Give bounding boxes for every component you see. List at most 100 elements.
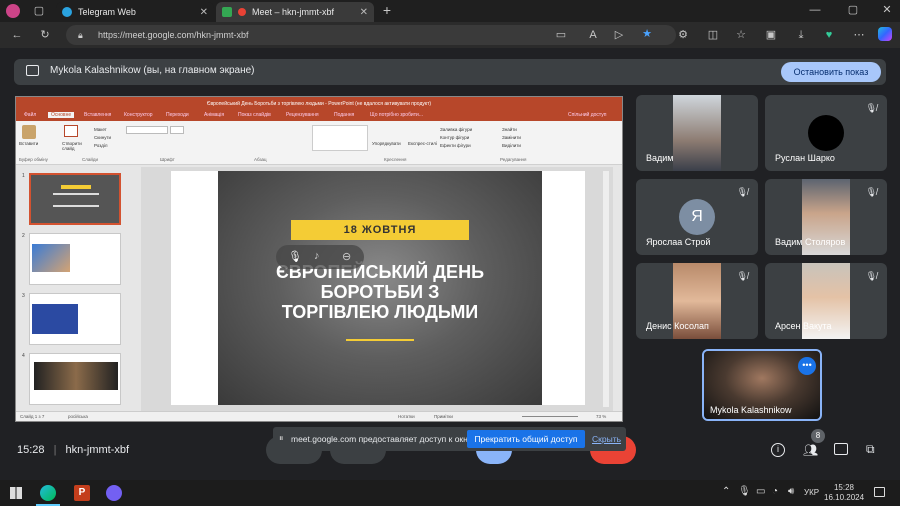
participant-tile[interactable]: 🎙︎̸ Вадим Столяров bbox=[765, 179, 887, 255]
menu-transitions[interactable]: Переходи bbox=[166, 112, 189, 118]
tray-battery-icon[interactable]: ▭ bbox=[756, 486, 765, 497]
tray-mic-icon[interactable]: 🎙︎ bbox=[738, 486, 751, 497]
close-window-icon[interactable]: ✕ bbox=[880, 3, 894, 17]
read-aloud-icon[interactable]: A bbox=[586, 28, 600, 42]
ribbon-shape-outline[interactable]: Контур фігури bbox=[440, 135, 469, 140]
collections-icon[interactable]: ▣ bbox=[764, 28, 778, 42]
status-slide: Слайд 1 з 7 bbox=[20, 414, 45, 419]
tray-language[interactable]: УКР bbox=[804, 488, 819, 497]
new-tab-icon[interactable]: + bbox=[380, 3, 394, 17]
slide-thumbnail[interactable] bbox=[29, 293, 121, 345]
menu-view[interactable]: Подання bbox=[334, 112, 354, 118]
vertical-scrollbar[interactable] bbox=[603, 171, 609, 407]
menu-animation[interactable]: Анімація bbox=[204, 112, 224, 118]
camera-icon[interactable]: ▭ bbox=[554, 28, 568, 42]
browser-tab-bar: ▢ Telegram Web ✕ Meet – hkn-jmmt-xbf ✕ +… bbox=[0, 0, 900, 22]
notifications-icon[interactable] bbox=[874, 487, 885, 497]
self-tile[interactable]: ••• Mykola Kalashnikow bbox=[702, 349, 822, 421]
extensions-icon[interactable]: ⚙ bbox=[676, 28, 690, 42]
recording-icon bbox=[238, 8, 246, 16]
windows-start-icon[interactable] bbox=[10, 487, 22, 499]
ribbon-new-slide[interactable]: Створити слайд bbox=[62, 141, 86, 151]
reload-icon[interactable]: ↻ bbox=[38, 28, 52, 42]
minimize-circle-icon[interactable]: ⊖ bbox=[342, 250, 351, 263]
menu-home[interactable]: Основне bbox=[48, 112, 75, 118]
chat-icon[interactable] bbox=[834, 443, 848, 455]
tab-actions-icon[interactable]: ▢ bbox=[32, 4, 46, 18]
tray-volume-icon[interactable]: 🔊︎ bbox=[788, 486, 794, 497]
tab-telegram[interactable]: Telegram Web ✕ bbox=[56, 2, 214, 22]
minimize-icon[interactable]: — bbox=[808, 3, 822, 17]
participant-tile[interactable]: 🎙︎̸ Денис Косолап bbox=[636, 263, 758, 339]
viber-icon[interactable] bbox=[106, 485, 122, 501]
font-size-field[interactable] bbox=[170, 126, 184, 134]
comments-button[interactable]: Примітки bbox=[434, 414, 453, 419]
zoom-slider[interactable] bbox=[522, 416, 578, 417]
participant-video bbox=[673, 95, 721, 171]
close-tab-icon[interactable]: ✕ bbox=[360, 7, 368, 18]
copilot-icon[interactable] bbox=[878, 27, 892, 41]
video-icon[interactable]: ▷ bbox=[612, 28, 626, 42]
close-tab-icon[interactable]: ✕ bbox=[200, 7, 208, 18]
participant-tile[interactable]: Я 🎙︎̸ Ярослаа Строй bbox=[636, 179, 758, 255]
downloads-icon[interactable]: ⤓ bbox=[794, 28, 808, 42]
menu-insert[interactable]: Вставлення bbox=[84, 112, 111, 118]
ribbon-reset[interactable]: Скинути bbox=[94, 135, 111, 140]
back-icon[interactable]: ← bbox=[10, 28, 24, 42]
shapes-gallery[interactable] bbox=[312, 125, 368, 151]
title-line-3: ТОРГІВЛЕЮ ЛЮДЬМИ bbox=[281, 302, 479, 322]
stop-presenting-button[interactable]: Остановить показ bbox=[781, 62, 881, 82]
activities-icon[interactable]: ⧉ bbox=[866, 442, 875, 457]
ribbon-replace[interactable]: Замінити bbox=[502, 135, 521, 140]
menu-slideshow[interactable]: Показ слайдів bbox=[238, 112, 271, 118]
meeting-time: 15:28 bbox=[17, 444, 45, 456]
ribbon-layout[interactable]: Макет bbox=[94, 127, 107, 132]
ribbon-shape-effects[interactable]: Ефекти фігури bbox=[440, 143, 471, 148]
ribbon-arrange[interactable]: Упорядкувати bbox=[372, 141, 401, 146]
date-text: 18 ЖОВТНЯ bbox=[343, 224, 417, 236]
participant-tile[interactable]: 🎙︎̸ Руслан Шарко bbox=[765, 95, 887, 171]
thumb-image bbox=[32, 244, 70, 272]
menu-share[interactable]: Спільний доступ bbox=[568, 112, 606, 118]
tray-clock[interactable]: 15:28 16.10.2024 bbox=[824, 483, 864, 503]
split-screen-icon[interactable]: ◫ bbox=[706, 28, 720, 42]
menu-tellme[interactable]: Що потрібно зробити... bbox=[370, 112, 423, 118]
profile-icon[interactable] bbox=[6, 4, 20, 18]
maximize-icon[interactable]: ▢ bbox=[846, 3, 860, 17]
tray-chevron-icon[interactable]: ⌃ bbox=[722, 486, 730, 497]
stop-sharing-button[interactable]: Прекратить общий доступ bbox=[467, 430, 585, 448]
tab-meet[interactable]: Meet – hkn-jmmt-xbf ✕ bbox=[216, 2, 374, 22]
heart-icon[interactable]: ♥ bbox=[822, 28, 836, 42]
menu-file[interactable]: Файл bbox=[24, 112, 36, 118]
mic-off-icon[interactable]: 🎙︎ bbox=[288, 250, 302, 263]
audio-off-icon[interactable]: ♪ bbox=[314, 250, 320, 262]
tray-network-icon[interactable]: ◔ bbox=[772, 486, 778, 497]
ribbon-shape-fill[interactable]: Заливка фігури bbox=[440, 127, 472, 132]
menu-review[interactable]: Рецензування bbox=[286, 112, 319, 118]
more-options-icon[interactable]: ••• bbox=[798, 357, 816, 375]
ribbon-select[interactable]: Виділити bbox=[502, 143, 521, 148]
slide-thumbnail[interactable] bbox=[29, 173, 121, 225]
main-slide[interactable]: 18 ЖОВТНЯ ЄВРОПЕЙСЬКИЙ ДЕНЬ БОРОТЬБИ З Т… bbox=[218, 171, 542, 405]
notes-button[interactable]: Нотатки bbox=[398, 414, 415, 419]
favorite-star-icon[interactable]: ★ bbox=[640, 27, 654, 41]
people-icon[interactable]: 👥︎ bbox=[803, 443, 818, 457]
font-name-field[interactable] bbox=[126, 126, 168, 134]
ribbon-quick-styles[interactable]: Експрес-стилі bbox=[408, 141, 437, 146]
ribbon-find[interactable]: Знайти bbox=[502, 127, 517, 132]
slide-thumbnail[interactable] bbox=[29, 233, 121, 285]
menu-dots-icon[interactable]: ⋯ bbox=[852, 28, 866, 42]
ribbon-section[interactable]: Розділ bbox=[94, 143, 107, 148]
info-icon[interactable]: i bbox=[771, 443, 785, 457]
favorites-icon[interactable]: ☆ bbox=[734, 28, 748, 42]
menu-design[interactable]: Конструктор bbox=[124, 112, 153, 118]
powerpoint-taskbar-icon[interactable]: P bbox=[74, 485, 90, 501]
edge-icon[interactable] bbox=[40, 485, 56, 501]
ribbon-paste[interactable]: Вставити bbox=[19, 141, 38, 146]
participant-tile[interactable]: 🎙︎̸ Арсен Вакута bbox=[765, 263, 887, 339]
url-field[interactable]: 🔒︎ https://meet.google.com/hkn-jmmt-xbf bbox=[66, 25, 676, 45]
hide-link[interactable]: Скрыть bbox=[592, 434, 621, 444]
mic-off-icon: 🎙︎̸ bbox=[865, 103, 877, 113]
slide-thumbnail[interactable] bbox=[29, 353, 121, 405]
participant-tile[interactable]: Вадим bbox=[636, 95, 758, 171]
